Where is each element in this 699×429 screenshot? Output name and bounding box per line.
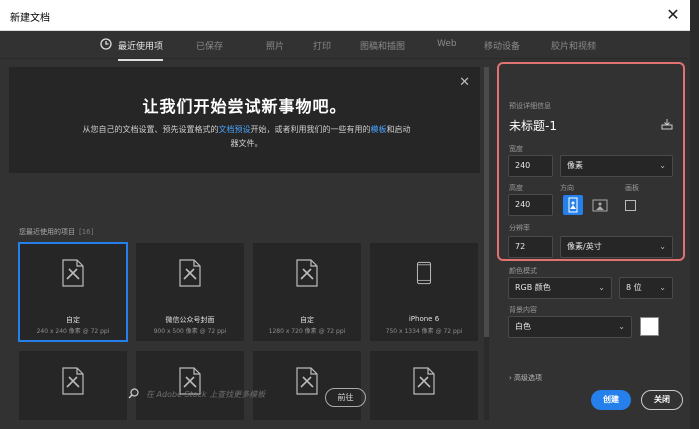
background-value: 白色 <box>515 322 531 331</box>
width-label: 宽度 <box>509 145 523 153</box>
chevron-down-icon: ⌄ <box>618 322 625 331</box>
chevron-down-icon: ⌄ <box>598 283 605 292</box>
resolution-unit-value: 像素/英寸 <box>567 242 602 251</box>
chevron-down-icon: ⌄ <box>659 161 666 170</box>
tab-bar: 最近使用项 已保存 照片 打印 图稿和插图 Web 移动设备 胶片和视频 <box>0 31 690 61</box>
background-app-strip <box>689 0 699 429</box>
unit-value: 像素 <box>567 161 583 170</box>
window-title: 新建文档 <box>10 13 50 24</box>
artboard-label: 画板 <box>625 184 639 192</box>
welcome-banner: ✕ 让我们开始尝试新事物吧。 从您自己的文档设置、预先设置格式的文档预设开始，或… <box>9 67 480 173</box>
advanced-options-label: 高级选项 <box>514 374 543 382</box>
save-preset-icon[interactable] <box>661 119 673 130</box>
banner-headline: 让我们开始尝试新事物吧。 <box>142 97 347 116</box>
chevron-down-icon: ⌄ <box>659 283 666 292</box>
recent-item-card[interactable]: 自定 240 x 240 像素 @ 72 ppi <box>18 242 128 342</box>
item-detail: 750 x 1334 像素 @ 72 ppi <box>385 328 463 335</box>
chevron-down-icon: ⌄ <box>659 242 666 251</box>
item-name: 自定 <box>300 316 314 324</box>
item-detail: 900 x 500 像素 @ 72 ppi <box>153 328 227 335</box>
blank-document-icon <box>296 259 318 287</box>
color-mode-value: RGB 颜色 <box>515 283 551 292</box>
blank-document-icon <box>62 259 84 287</box>
phone-icon <box>416 261 432 285</box>
height-input[interactable]: 240 <box>508 194 553 216</box>
portrait-orientation-icon[interactable] <box>563 195 583 215</box>
blank-document-icon <box>62 367 84 395</box>
orientation-label: 方向 <box>560 184 574 192</box>
close-button[interactable]: 关闭 <box>641 390 683 410</box>
scrollbar[interactable] <box>484 67 489 420</box>
recent-label: 您最近使用的项目 <box>19 228 75 236</box>
landscape-orientation-icon[interactable] <box>590 195 610 215</box>
close-icon[interactable]: ✕ <box>662 4 684 26</box>
templates-link[interactable]: 模板 <box>371 125 387 134</box>
active-tab-underline <box>118 59 164 61</box>
background-color-swatch[interactable] <box>640 317 659 336</box>
background-label: 背景内容 <box>509 306 537 314</box>
tab-saved[interactable]: 已保存 <box>196 39 223 52</box>
document-title[interactable]: 未标题-1 <box>509 117 557 134</box>
recent-item-card[interactable]: 微信公众号封面 900 x 500 像素 @ 72 ppi <box>136 243 244 341</box>
create-button[interactable]: 创建 <box>591 390 631 410</box>
item-name: 自定 <box>66 316 80 324</box>
left-panel: ✕ 让我们开始尝试新事物吧。 从您自己的文档设置、预先设置格式的文档预设开始，或… <box>9 67 484 420</box>
bit-depth-dropdown[interactable]: 8 位 ⌄ <box>619 277 673 299</box>
resolution-label: 分辨率 <box>509 224 530 232</box>
tab-label: 最近使用项 <box>118 42 164 52</box>
bit-depth-value: 8 位 <box>626 283 642 292</box>
banner-description: 从您自己的文档设置、预先设置格式的文档预设开始，或者利用我们的一些有用的模板和启… <box>79 123 414 151</box>
tab-mobile[interactable]: 移动设备 <box>484 39 520 52</box>
width-input[interactable]: 240 <box>508 155 553 177</box>
recent-count: [16] <box>79 228 94 236</box>
tab-web[interactable]: Web <box>437 39 457 49</box>
go-button[interactable]: 前往 <box>325 388 366 407</box>
artboard-checkbox[interactable] <box>625 200 636 211</box>
recent-items-heading: 您最近使用的项目 [16] <box>19 227 93 237</box>
unit-dropdown[interactable]: 像素 ⌄ <box>560 155 673 177</box>
document-presets-link[interactable]: 文档预设 <box>219 125 251 134</box>
tab-print[interactable]: 打印 <box>313 39 331 52</box>
blank-document-icon <box>413 367 435 395</box>
color-mode-label: 颜色模式 <box>509 267 537 275</box>
item-name: 微信公众号封面 <box>165 316 215 324</box>
chevron-right-icon: › <box>509 374 512 382</box>
resolution-input[interactable]: 72 <box>508 236 553 258</box>
advanced-options-toggle[interactable]: › 高级选项 <box>509 373 542 383</box>
preset-details-label: 预设详细信息 <box>509 102 551 110</box>
height-label: 高度 <box>509 184 523 192</box>
new-document-dialog: 最近使用项 已保存 照片 打印 图稿和插图 Web 移动设备 胶片和视频 ✕ 让… <box>0 31 690 429</box>
preset-details-panel: 预设详细信息 未标题-1 宽度 240 像素 ⌄ 高度 方向 画板 240 分辨… <box>494 59 690 429</box>
tab-film-video[interactable]: 胶片和视频 <box>551 39 596 52</box>
color-mode-dropdown[interactable]: RGB 颜色 ⌄ <box>508 277 612 299</box>
clock-icon <box>100 38 112 50</box>
item-detail: 240 x 240 像素 @ 72 ppi <box>36 328 110 335</box>
tab-recent[interactable]: 最近使用项 <box>100 38 164 61</box>
recent-item-card[interactable]: 自定 1280 x 720 像素 @ 72 ppi <box>253 243 361 341</box>
search-icon <box>128 388 139 399</box>
recent-item-card[interactable]: iPhone 6 750 x 1334 像素 @ 72 ppi <box>370 243 478 341</box>
desc-text: 从您自己的文档设置、预先设置格式的 <box>82 125 219 134</box>
item-name: iPhone 6 <box>408 315 440 323</box>
background-dropdown[interactable]: 白色 ⌄ <box>508 316 632 338</box>
tab-photo[interactable]: 照片 <box>266 39 284 52</box>
item-detail: 1280 x 720 像素 @ 72 ppi <box>268 328 346 335</box>
titlebar: 新建文档 ✕ <box>0 0 690 31</box>
tab-art-illustration[interactable]: 图稿和插图 <box>360 39 405 52</box>
desc-text: 开始，或者利用我们的一些有用的 <box>250 125 371 134</box>
resolution-unit-dropdown[interactable]: 像素/英寸 ⌄ <box>560 236 673 258</box>
blank-document-icon <box>179 259 201 287</box>
banner-close-icon[interactable]: ✕ <box>459 75 470 90</box>
scrollbar-thumb[interactable] <box>484 67 489 337</box>
search-placeholder: 在 Adobe Stock 上查找更多模板 <box>146 390 266 399</box>
